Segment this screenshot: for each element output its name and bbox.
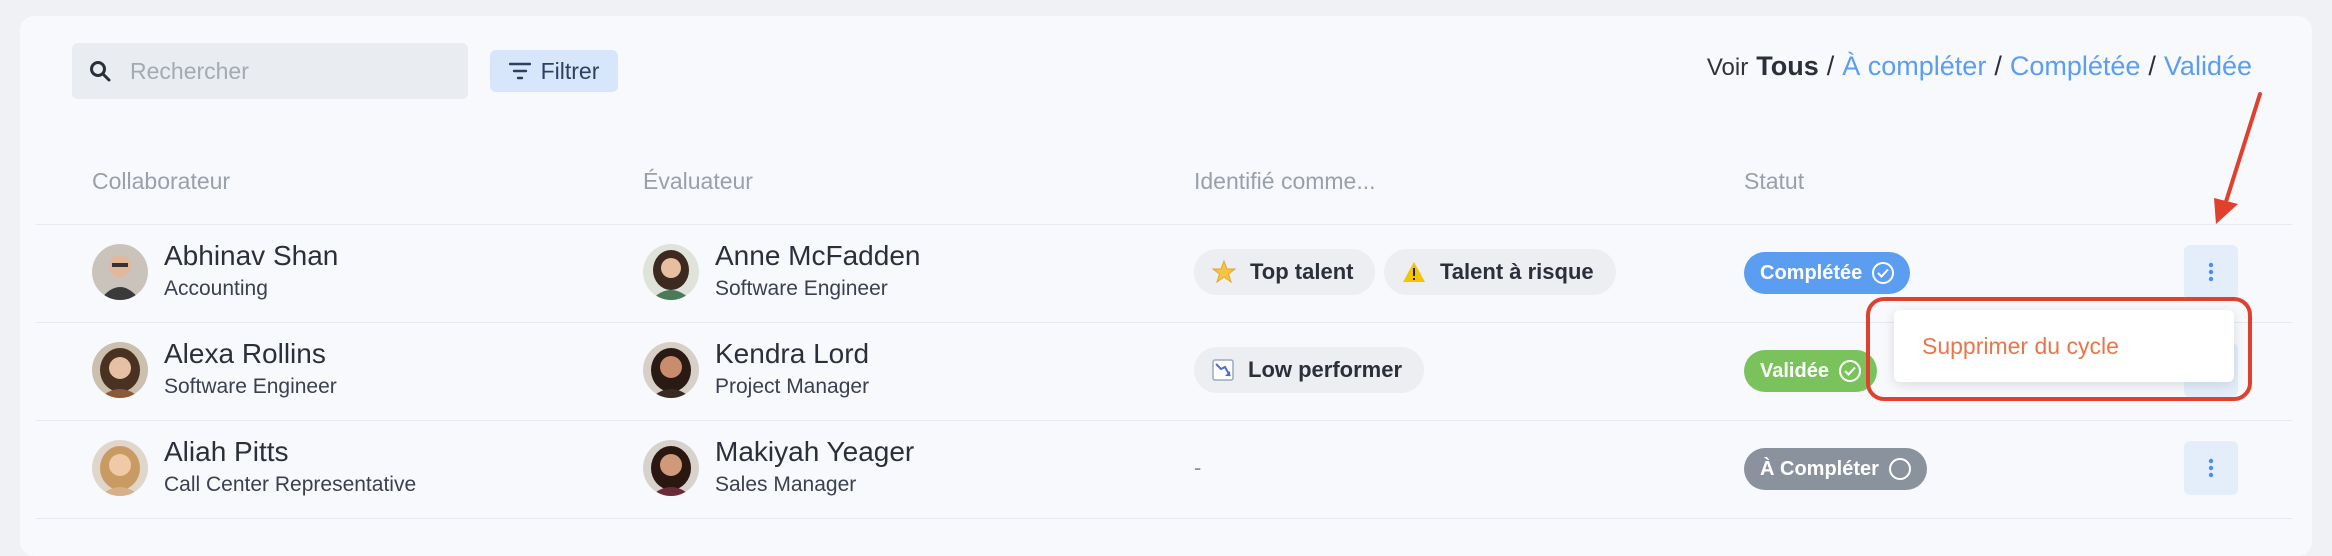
employee-avatar[interactable] <box>92 440 148 496</box>
reviewer-name[interactable]: Makiyah Yeager <box>715 436 914 468</box>
employee-role: Accounting <box>164 277 268 300</box>
employee-role: Software Engineer <box>164 375 337 398</box>
reviewer-role: Software Engineer <box>715 277 888 300</box>
more-vertical-icon <box>2208 262 2214 282</box>
employee-avatar[interactable] <box>92 244 148 300</box>
check-circle-icon <box>1872 262 1895 284</box>
tag-label: Talent à risque <box>1440 259 1594 284</box>
annotation-highlight-box <box>1866 297 2252 401</box>
row-divider <box>36 518 2292 519</box>
reviewer-role: Project Manager <box>715 375 870 398</box>
column-header-employee[interactable]: Collaborateur <box>92 168 230 195</box>
search-input[interactable] <box>128 56 452 86</box>
view-separator: / <box>1994 51 2002 81</box>
status-label: Complétée <box>1760 261 1863 284</box>
view-all-link[interactable]: Tous <box>1756 51 1819 82</box>
employee-role: Call Center Representative <box>164 473 417 496</box>
employee-name[interactable]: Alexa Rollins <box>164 338 326 370</box>
status-label: À Compléter <box>1760 457 1879 480</box>
search-box[interactable] <box>72 43 468 99</box>
reviewer-avatar[interactable] <box>643 244 699 300</box>
empty-circle-icon <box>1888 458 1911 480</box>
row-actions-button[interactable] <box>2184 245 2238 299</box>
view-validated-link[interactable]: Validée <box>2164 51 2252 82</box>
reviewer-role: Sales Manager <box>715 473 857 496</box>
reviewer-avatar[interactable] <box>643 440 699 496</box>
status-badge-completed: Complétée <box>1744 252 1911 294</box>
more-vertical-icon <box>2208 458 2214 478</box>
filter-label: Filtrer <box>540 57 600 84</box>
status-label: Validée <box>1760 359 1829 382</box>
tag-low-performer: Low performer <box>1194 347 1425 393</box>
star-icon <box>1212 260 1236 284</box>
view-to-complete-link[interactable]: À compléter <box>1842 51 1986 82</box>
column-header-identified[interactable]: Identifié comme... <box>1194 168 1376 195</box>
reviewer-name[interactable]: Anne McFadden <box>715 240 920 272</box>
employee-name[interactable]: Abhinav Shan <box>164 240 338 272</box>
filter-button[interactable]: Filtrer <box>490 50 618 92</box>
annotation-arrow-icon <box>2214 92 2262 224</box>
tag-top-talent: Top talent <box>1194 249 1376 295</box>
table-row[interactable] <box>36 420 2292 519</box>
filter-icon <box>508 62 531 80</box>
column-header-reviewer[interactable]: Évaluateur <box>643 168 753 195</box>
status-badge-to-complete: À Compléter <box>1744 448 1927 490</box>
view-filter: Voir Tous / À compléter / Complétée / Va… <box>1707 51 2252 82</box>
search-icon <box>90 61 111 82</box>
status-badge-validated: Validée <box>1744 350 1877 392</box>
no-tags-placeholder: - <box>1194 455 1202 480</box>
column-header-status[interactable]: Statut <box>1744 168 1804 195</box>
chart-down-icon <box>1212 359 1234 381</box>
view-separator: / <box>1826 51 1835 81</box>
tag-talent-at-risk: Talent à risque <box>1384 249 1616 295</box>
employee-avatar[interactable] <box>92 342 148 398</box>
reviewer-name[interactable]: Kendra Lord <box>715 338 869 370</box>
view-prefix: Voir <box>1706 54 1749 81</box>
tag-label: Low performer <box>1248 357 1403 382</box>
view-completed-link[interactable]: Complétée <box>2010 51 2141 82</box>
warning-icon <box>1403 262 1425 282</box>
row-actions-button[interactable] <box>2184 441 2238 495</box>
check-circle-icon <box>1838 360 1861 382</box>
tag-label: Top talent <box>1250 259 1354 284</box>
view-separator: / <box>2148 51 2156 81</box>
reviewer-avatar[interactable] <box>643 342 699 398</box>
employee-name[interactable]: Aliah Pitts <box>164 436 289 468</box>
